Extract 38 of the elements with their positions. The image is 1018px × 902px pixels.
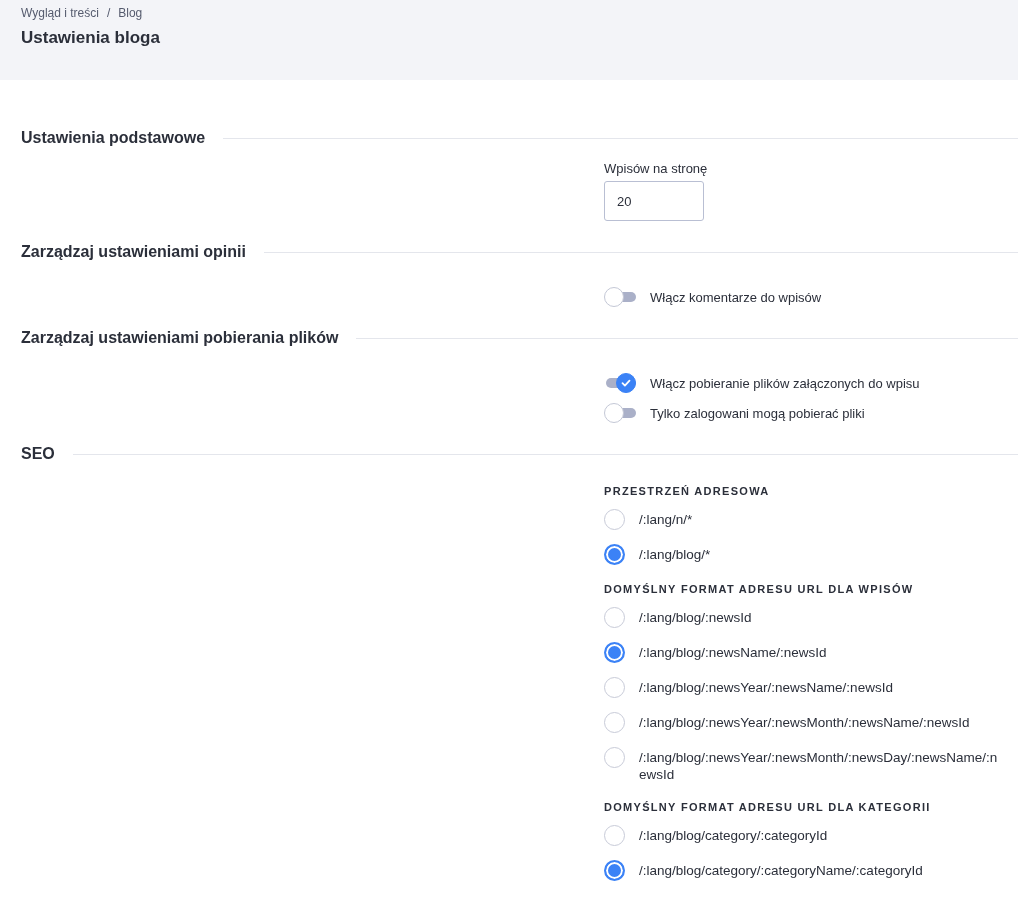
radio-button[interactable] [604,860,625,881]
radio-label: /:lang/n/* [639,511,693,528]
breadcrumb-separator: / [106,6,111,20]
breadcrumb-link[interactable]: Blog [118,6,143,20]
radio-button[interactable] [604,509,625,530]
section-title: SEO [21,445,55,463]
section-title: Zarządzaj ustawieniami opinii [21,243,246,261]
radio-button[interactable] [604,677,625,698]
toggle-label: Włącz pobieranie plików załączonych do wpisu [650,375,920,391]
section-title: Zarządzaj ustawieniami pobierania plików [21,329,339,347]
radio-label: /:lang/blog/:newsYear/:newsMonth/:newsName/:newsId [639,714,970,731]
radio-button[interactable] [604,607,625,628]
radio-label: /:lang/blog/category/:categoryId [639,827,828,844]
radio-label: /:lang/blog/:newsYear/:newsName/:newsId [639,679,893,696]
toggle-label: Tylko zalogowani mogą pobierać pliki [650,405,865,421]
toggle-label: Włącz komentarze do wpisów [650,289,822,305]
radio-button[interactable] [604,747,625,768]
radio-label: /:lang/blog/:newsName/:newsId [639,644,827,661]
radio-label: /:lang/blog/:newsYear/:newsMonth/:newsDay/:newsName/:newsId [639,749,999,783]
breadcrumb-link[interactable]: Wygląd i treści [21,6,99,20]
check-icon [620,377,632,389]
radio-label: /:lang/blog/category/:categoryName/:categoryId [639,862,923,879]
radio-label: /:lang/blog/* [639,546,711,563]
section-title: Ustawienia podstawowe [21,129,206,147]
toggle-switch[interactable] [604,287,636,307]
radio-button[interactable] [604,544,625,565]
number-input[interactable]: 20 [604,181,704,221]
page-title: Ustawienia bloga [21,28,161,48]
radio-button[interactable] [604,712,625,733]
group-heading: DOMYŚLNY FORMAT ADRESU URL DLA KATEGORII [604,801,932,813]
radio-button[interactable] [604,642,625,663]
toggle-switch[interactable] [604,373,636,393]
toggle-switch[interactable] [604,403,636,423]
radio-label: /:lang/blog/:newsId [639,609,752,626]
radio-button[interactable] [604,825,625,846]
field-label: Wpisów na stronę [604,161,709,176]
group-heading: DOMYŚLNY FORMAT ADRESU URL DLA WPISÓW [604,583,915,595]
group-heading: PRZESTRZEŃ ADRESOWA [604,485,771,497]
